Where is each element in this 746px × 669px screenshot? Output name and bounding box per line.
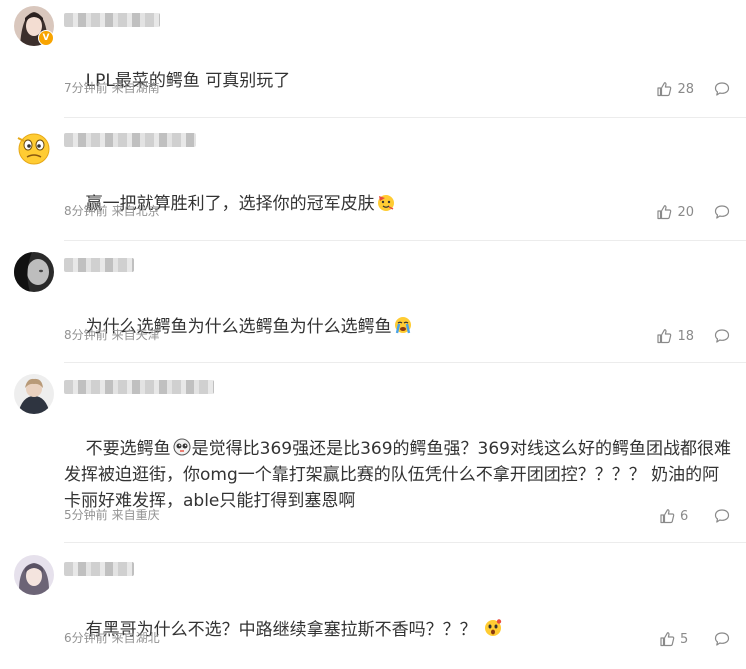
- comment-time: 5分钟前: [64, 508, 108, 522]
- avatar[interactable]: [14, 252, 54, 292]
- comment-location: 来自重庆: [111, 508, 160, 522]
- like-count: 28: [677, 81, 694, 97]
- like-button[interactable]: 5: [659, 631, 694, 647]
- thumbs-up-icon: [660, 632, 675, 647]
- divider: [64, 240, 746, 241]
- thumbs-up-icon: [660, 509, 675, 524]
- divider: [64, 117, 746, 118]
- comment-location: 来自湖北: [111, 631, 160, 645]
- comment-text: LPL最菜的鳄鱼 可真别玩了: [85, 71, 291, 91]
- comment-text: 不要选鳄鱼 是觉得比369强还是比369的鳄鱼强？369对线这么好的鳄鱼团战都很难…: [64, 437, 731, 511]
- crying-face-emoji: [393, 315, 413, 335]
- user-avatar-icon: [14, 252, 54, 292]
- thinking-face-avatar-icon: [14, 128, 54, 168]
- username-blurred[interactable]: [64, 380, 214, 394]
- like-count: 20: [677, 204, 694, 220]
- comment-time: 8分钟前: [64, 204, 108, 218]
- dizzy-face-emoji: [172, 437, 192, 457]
- like-button[interactable]: 18: [656, 328, 694, 344]
- like-button[interactable]: 28: [656, 81, 694, 97]
- username-blurred[interactable]: [64, 133, 196, 147]
- username-blurred[interactable]: [64, 13, 160, 27]
- user-avatar-icon: [14, 555, 54, 595]
- reply-button[interactable]: [714, 328, 730, 344]
- comment-location: 来自湖南: [111, 81, 160, 95]
- comment-time: 6分钟前: [64, 631, 108, 645]
- comment-meta: 8分钟前 来自北京: [64, 203, 160, 219]
- divider: [64, 542, 746, 543]
- surprised-face-emoji: [483, 618, 503, 638]
- comment-actions: 28: [656, 80, 730, 98]
- comment-location: 来自北京: [111, 204, 160, 218]
- like-count: 18: [677, 328, 694, 344]
- reply-button[interactable]: [714, 204, 730, 220]
- thumbs-up-icon: [657, 329, 672, 344]
- comment-text: 赢一把就算胜利了，选择你的冠军皮肤: [64, 165, 736, 243]
- comment-meta: 7分钟前 来自湖南: [64, 80, 160, 96]
- party-face-emoji: [376, 192, 396, 212]
- username-blurred[interactable]: [64, 258, 134, 272]
- comment-meta: 6分钟前 来自湖北: [64, 630, 160, 646]
- comment-time: 7分钟前: [64, 81, 108, 95]
- thumbs-up-icon: [657, 82, 672, 97]
- comment-bubble-icon: [714, 329, 730, 343]
- divider: [64, 362, 746, 363]
- comment-bubble-icon: [714, 632, 730, 646]
- like-count: 6: [680, 508, 689, 524]
- thumbs-up-icon: [657, 205, 672, 220]
- comment-location: 来自天津: [111, 328, 160, 342]
- comment-actions: 6: [659, 507, 730, 525]
- comment-meta: 5分钟前 来自重庆: [64, 507, 160, 523]
- avatar[interactable]: [14, 555, 54, 595]
- comment-bubble-icon: [714, 205, 730, 219]
- like-count: 5: [680, 631, 689, 647]
- reply-button[interactable]: [714, 631, 730, 647]
- verified-badge-icon: V: [38, 30, 54, 46]
- comment-text: 为什么选鳄鱼为什么选鳄鱼为什么选鳄鱼: [64, 288, 736, 366]
- reply-button[interactable]: [714, 81, 730, 97]
- comment-bubble-icon: [714, 82, 730, 96]
- comment-meta: 8分钟前 来自天津: [64, 327, 160, 343]
- comment-actions: 5: [659, 630, 730, 648]
- comment-text: 有黑哥为什么不选？中路继续拿塞拉斯不香吗？？？: [64, 591, 736, 669]
- comment-actions: 18: [656, 327, 730, 345]
- like-button[interactable]: 20: [656, 204, 694, 220]
- avatar[interactable]: [14, 374, 54, 414]
- comment-time: 8分钟前: [64, 328, 108, 342]
- like-button[interactable]: 6: [659, 508, 694, 524]
- user-avatar-icon: [14, 374, 54, 414]
- comment-actions: 20: [656, 203, 730, 221]
- avatar[interactable]: [14, 128, 54, 168]
- username-blurred[interactable]: [64, 562, 134, 576]
- reply-button[interactable]: [714, 508, 730, 524]
- comment-bubble-icon: [714, 509, 730, 523]
